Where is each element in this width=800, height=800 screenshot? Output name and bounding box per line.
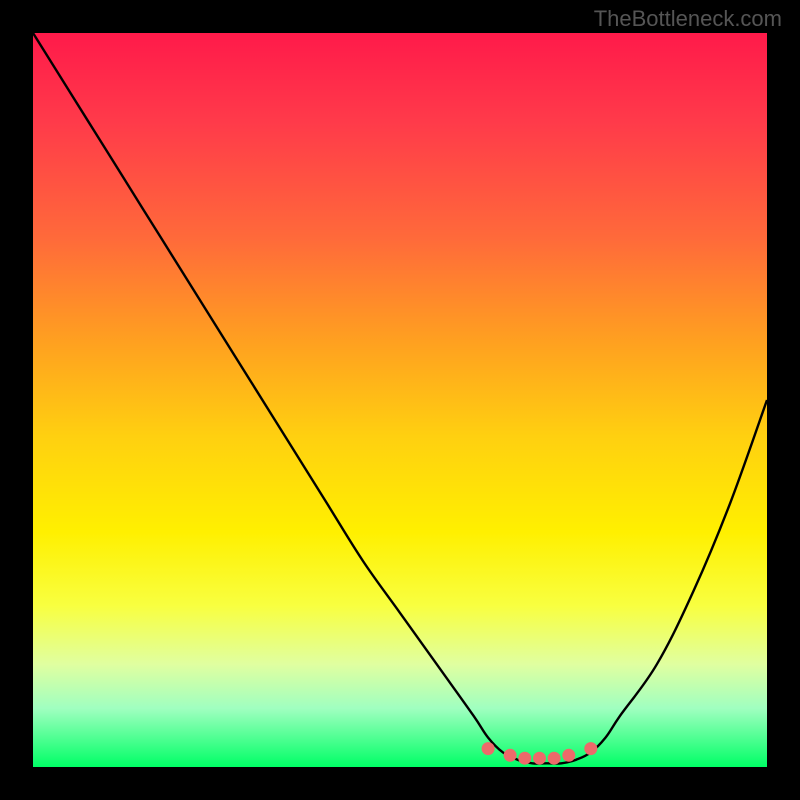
marker-dot (562, 749, 575, 762)
marker-dot (584, 742, 597, 755)
watermark-text: TheBottleneck.com (594, 6, 782, 32)
bottleneck-curve-path (33, 33, 767, 764)
marker-dot (504, 749, 517, 762)
optimal-range-markers (482, 742, 598, 765)
marker-dot (482, 742, 495, 755)
marker-dot (548, 752, 561, 765)
marker-dot (533, 752, 546, 765)
marker-dot (518, 752, 531, 765)
chart-svg (33, 33, 767, 767)
chart-plot-area (33, 33, 767, 767)
